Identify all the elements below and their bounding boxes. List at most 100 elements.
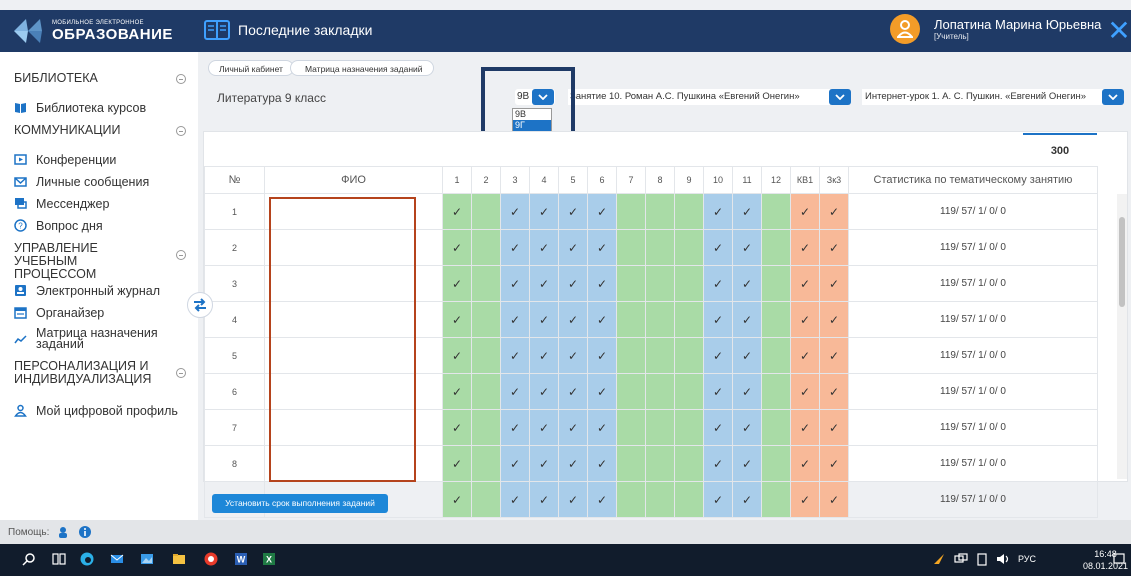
task-cell[interactable]: ✓ xyxy=(558,409,588,446)
task-cell[interactable] xyxy=(761,193,791,230)
mail-app-icon[interactable] xyxy=(110,552,124,566)
network-icon[interactable] xyxy=(954,552,968,566)
task-cell[interactable]: ✓ xyxy=(703,301,733,338)
task-cell[interactable] xyxy=(761,373,791,410)
task-cell[interactable] xyxy=(761,481,791,518)
word-app-icon[interactable]: W xyxy=(234,552,248,566)
task-cell[interactable]: ✓ xyxy=(442,265,472,302)
breadcrumb-item-matrix[interactable]: Матрица назначения заданий xyxy=(289,60,434,76)
task-cell[interactable] xyxy=(471,481,501,518)
sidebar-item-course-library[interactable]: Библиотека курсов xyxy=(14,101,146,114)
task-cell[interactable]: ✓ xyxy=(558,265,588,302)
sidebar-section-personalization[interactable]: ПЕРСОНАЛИЗАЦИЯ И ИНДИВИДУАЛИЗАЦИЯ xyxy=(14,360,174,386)
task-cell[interactable] xyxy=(616,337,646,374)
task-cell[interactable]: ✓ xyxy=(529,193,559,230)
task-cell[interactable] xyxy=(616,301,646,338)
user-menu[interactable]: Лопатина Марина Юрьевна [Учитель] xyxy=(890,14,1101,44)
task-cell[interactable]: ✓ xyxy=(442,337,472,374)
task-cell[interactable]: ✓ xyxy=(732,337,762,374)
task-cell[interactable] xyxy=(616,265,646,302)
task-cell[interactable]: ✓ xyxy=(703,265,733,302)
task-cell[interactable]: ✓ xyxy=(819,337,849,374)
task-cell[interactable]: ✓ xyxy=(587,265,617,302)
task-cell[interactable]: ✓ xyxy=(790,229,820,266)
task-cell[interactable] xyxy=(471,373,501,410)
task-cell[interactable]: ✓ xyxy=(703,481,733,518)
task-cell[interactable]: ✓ xyxy=(500,481,530,518)
task-cell[interactable]: ✓ xyxy=(732,229,762,266)
volume-icon[interactable] xyxy=(996,552,1010,566)
task-cell[interactable] xyxy=(645,373,675,410)
task-cell[interactable]: ✓ xyxy=(732,265,762,302)
excel-app-icon[interactable]: X xyxy=(262,552,276,566)
task-cell[interactable] xyxy=(645,193,675,230)
language-indicator[interactable]: РУС xyxy=(1018,554,1036,564)
task-cell[interactable] xyxy=(616,445,646,482)
task-cell[interactable] xyxy=(674,373,704,410)
task-cell[interactable] xyxy=(645,481,675,518)
task-cell[interactable]: ✓ xyxy=(703,445,733,482)
task-cell[interactable]: ✓ xyxy=(442,373,472,410)
task-cell[interactable]: ✓ xyxy=(790,193,820,230)
task-cell[interactable]: ✓ xyxy=(790,337,820,374)
task-cell[interactable]: ✓ xyxy=(790,481,820,518)
task-cell[interactable]: ✓ xyxy=(529,481,559,518)
support-person-icon[interactable] xyxy=(57,526,69,538)
internet-lesson-select-toggle[interactable] xyxy=(1102,89,1124,105)
score-tab[interactable]: 300 xyxy=(1023,133,1097,163)
task-cell[interactable]: ✓ xyxy=(500,337,530,374)
task-cell[interactable]: ✓ xyxy=(703,193,733,230)
task-cell[interactable]: ✓ xyxy=(732,445,762,482)
sidebar-item-journal[interactable]: Электронный журнал xyxy=(14,284,160,297)
task-cell[interactable]: ✓ xyxy=(558,481,588,518)
task-cell[interactable]: ✓ xyxy=(790,373,820,410)
task-cell[interactable] xyxy=(471,193,501,230)
task-cell[interactable] xyxy=(471,229,501,266)
task-cell[interactable]: ✓ xyxy=(558,445,588,482)
task-cell[interactable]: ✓ xyxy=(500,229,530,266)
task-cell[interactable]: ✓ xyxy=(442,409,472,446)
vertical-scrollbar[interactable] xyxy=(1117,194,1127,479)
task-cell[interactable]: ✓ xyxy=(587,337,617,374)
task-cell[interactable]: ✓ xyxy=(587,229,617,266)
task-cell[interactable]: ✓ xyxy=(790,409,820,446)
task-cell[interactable]: ✓ xyxy=(500,301,530,338)
task-cell[interactable] xyxy=(616,373,646,410)
collapse-process-icon[interactable] xyxy=(176,250,186,260)
task-cell[interactable] xyxy=(761,229,791,266)
yandex-browser-icon[interactable] xyxy=(204,552,218,566)
task-cell[interactable]: ✓ xyxy=(732,373,762,410)
notifications-icon[interactable] xyxy=(1112,552,1126,566)
task-cell[interactable] xyxy=(645,229,675,266)
task-cell[interactable]: ✓ xyxy=(819,301,849,338)
task-cell[interactable]: ✓ xyxy=(819,229,849,266)
task-cell[interactable] xyxy=(471,337,501,374)
sidebar-item-organizer[interactable]: Органайзер xyxy=(14,306,104,319)
task-cell[interactable] xyxy=(471,265,501,302)
task-cell[interactable] xyxy=(674,301,704,338)
task-cell[interactable] xyxy=(674,337,704,374)
task-cell[interactable] xyxy=(645,337,675,374)
task-cell[interactable]: ✓ xyxy=(732,409,762,446)
task-cell[interactable]: ✓ xyxy=(703,409,733,446)
toggle-sidebar-button[interactable] xyxy=(187,292,213,318)
task-cell[interactable]: ✓ xyxy=(732,481,762,518)
task-cell[interactable]: ✓ xyxy=(558,229,588,266)
lesson-select[interactable]: Занятие 10. Роман А.С. Пушкина «Евгений … xyxy=(568,89,830,105)
task-cell[interactable]: ✓ xyxy=(587,373,617,410)
task-cell[interactable]: ✓ xyxy=(703,229,733,266)
task-cell[interactable]: ✓ xyxy=(558,337,588,374)
task-cell[interactable] xyxy=(471,409,501,446)
task-cell[interactable]: ✓ xyxy=(558,373,588,410)
task-view-icon[interactable] xyxy=(52,552,66,566)
battery-icon[interactable] xyxy=(976,552,988,566)
task-cell[interactable]: ✓ xyxy=(819,481,849,518)
task-cell[interactable] xyxy=(761,301,791,338)
task-cell[interactable]: ✓ xyxy=(790,265,820,302)
task-cell[interactable] xyxy=(674,229,704,266)
task-cell[interactable]: ✓ xyxy=(703,337,733,374)
task-cell[interactable] xyxy=(674,193,704,230)
search-icon[interactable] xyxy=(22,552,36,566)
task-cell[interactable]: ✓ xyxy=(500,409,530,446)
task-cell[interactable] xyxy=(761,337,791,374)
